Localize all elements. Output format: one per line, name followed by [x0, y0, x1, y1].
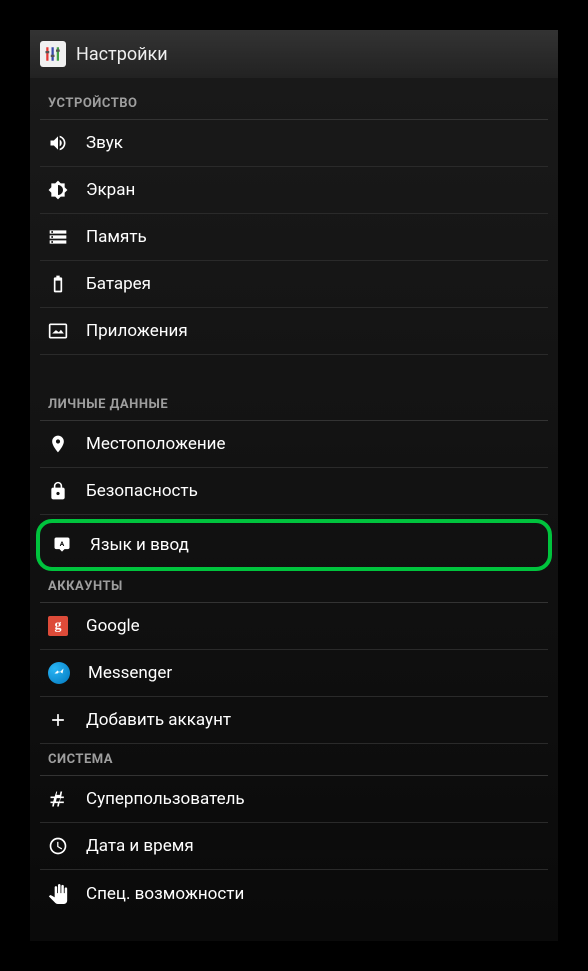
row-security[interactable]: Безопасность	[40, 468, 548, 515]
language-icon: A	[52, 535, 72, 555]
battery-icon	[48, 274, 68, 294]
row-label: Дата и время	[86, 836, 194, 856]
plus-icon	[48, 710, 68, 730]
google-icon: g	[48, 616, 68, 636]
row-sound[interactable]: Звук	[40, 120, 548, 167]
lock-icon	[48, 481, 68, 501]
display-icon	[48, 180, 68, 200]
row-label: Суперпользователь	[86, 789, 245, 809]
clock-icon	[48, 836, 68, 856]
row-storage[interactable]: Память	[40, 214, 548, 261]
row-label: Звук	[86, 133, 123, 153]
messenger-icon	[48, 662, 70, 684]
svg-text:A: A	[60, 540, 65, 548]
row-language-input[interactable]: A Язык и ввод	[44, 523, 544, 567]
row-apps[interactable]: Приложения	[40, 308, 548, 355]
row-accessibility[interactable]: Спец. возможности	[40, 870, 548, 917]
row-label: Местоположение	[86, 434, 226, 454]
section-header-personal: ЛИЧНЫЕ ДАННЫЕ	[40, 355, 548, 420]
section-header-device: УСТРОЙСТВО	[40, 78, 548, 119]
row-label: Безопасность	[86, 481, 198, 501]
row-messenger-account[interactable]: Messenger	[40, 650, 548, 697]
settings-screen: Настройки УСТРОЙСТВО Звук Экран	[30, 30, 558, 941]
settings-list: УСТРОЙСТВО Звук Экран Память	[30, 78, 558, 917]
row-superuser[interactable]: Суперпользователь	[40, 776, 548, 823]
page-title: Настройки	[76, 44, 168, 65]
apps-icon	[48, 321, 68, 341]
sound-icon	[48, 133, 68, 153]
highlight-annotation: A Язык и ввод	[36, 519, 552, 571]
row-label: Экран	[86, 180, 135, 200]
row-label: Батарея	[86, 274, 151, 294]
row-google-account[interactable]: g Google	[40, 603, 548, 650]
row-label: Messenger	[88, 663, 172, 683]
settings-app-icon	[40, 41, 66, 67]
row-add-account[interactable]: Добавить аккаунт	[40, 697, 548, 744]
row-label: Добавить аккаунт	[86, 710, 231, 730]
row-battery[interactable]: Батарея	[40, 261, 548, 308]
storage-icon	[48, 227, 68, 247]
row-label: Приложения	[86, 321, 188, 341]
row-label: Язык и ввод	[90, 535, 189, 555]
row-label: Память	[86, 227, 147, 247]
app-header: Настройки	[30, 30, 558, 78]
section-header-system: СИСТЕМА	[40, 744, 548, 775]
row-label: Google	[86, 616, 140, 636]
hand-icon	[48, 884, 68, 904]
hash-icon	[48, 789, 68, 809]
row-datetime[interactable]: Дата и время	[40, 823, 548, 870]
section-header-accounts: АККАУНТЫ	[40, 575, 548, 602]
row-location[interactable]: Местоположение	[40, 421, 548, 468]
row-label: Спец. возможности	[86, 884, 244, 904]
location-icon	[48, 434, 68, 454]
row-display[interactable]: Экран	[40, 167, 548, 214]
device-frame: Настройки УСТРОЙСТВО Звук Экран	[0, 0, 588, 971]
